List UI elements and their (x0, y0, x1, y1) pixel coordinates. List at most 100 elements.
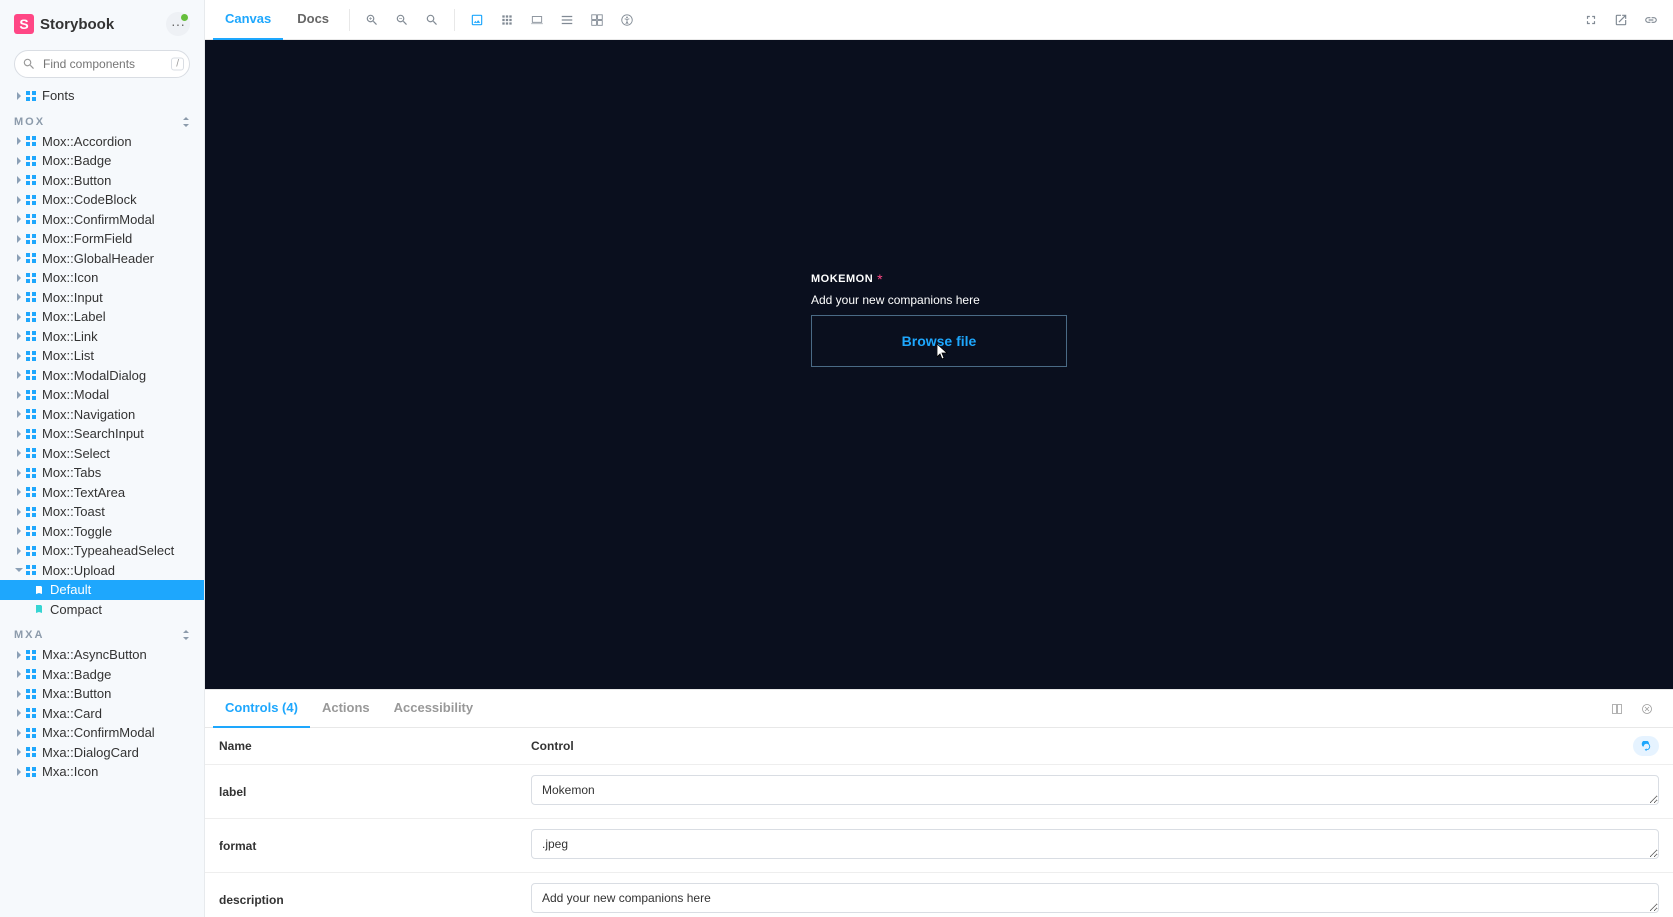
sidebar-item[interactable]: Mox::Navigation (0, 405, 204, 425)
sidebar-item[interactable]: Mxa::AsyncButton (0, 645, 204, 665)
tab-docs[interactable]: Docs (285, 0, 341, 40)
sidebar-item[interactable]: Mox::CodeBlock (0, 190, 204, 210)
sidebar-item-label: Mox::ModalDialog (42, 368, 146, 383)
sidebar-item-label: Mxa::Card (42, 706, 102, 721)
column-name: Name (219, 739, 531, 753)
sidebar-item[interactable]: Mox::Input (0, 288, 204, 308)
control-input[interactable]: Add your new companions here (531, 883, 1659, 913)
sidebar-item[interactable]: Mox::TextArea (0, 483, 204, 503)
shortcuts-menu-button[interactable]: ··· (166, 12, 190, 36)
sidebar-item-label: Mox::List (42, 348, 94, 363)
cursor-icon (937, 344, 949, 360)
toolbar-separator (454, 9, 455, 31)
outline-button[interactable] (583, 6, 611, 34)
accessibility-button[interactable] (613, 6, 641, 34)
panel-tabs: Controls (4) Actions Accessibility (205, 690, 1673, 728)
group-name: MXA (14, 629, 44, 641)
sidebar-item-label: Mox::Navigation (42, 407, 135, 422)
zoom-out-button[interactable] (388, 6, 416, 34)
sidebar-item[interactable]: Mox::SearchInput (0, 424, 204, 444)
toolbar: Canvas Docs (205, 0, 1673, 40)
viewport-button[interactable] (523, 6, 551, 34)
sidebar-item-label: Mxa::Button (42, 686, 111, 701)
fullscreen-button[interactable] (1577, 6, 1605, 34)
sidebar-item[interactable]: Mox::Modal (0, 385, 204, 405)
control-input[interactable]: Mokemon (531, 775, 1659, 805)
sidebar-item-label: Mxa::AsyncButton (42, 647, 147, 662)
open-in-new-tab-button[interactable] (1607, 6, 1635, 34)
control-name: description (219, 893, 531, 907)
sidebar-item-label: Mox::Accordion (42, 134, 132, 149)
addons-panel: Controls (4) Actions Accessibility Name … (205, 689, 1673, 917)
control-input[interactable]: .jpeg (531, 829, 1659, 859)
sidebar-item-label: Mox::FormField (42, 231, 132, 246)
measure-button[interactable] (553, 6, 581, 34)
sidebar-item-label: Mox::Button (42, 173, 111, 188)
sidebar-item[interactable]: Mox::Toggle (0, 522, 204, 542)
sidebar-item[interactable]: Mox::FormField (0, 229, 204, 249)
sidebar-item[interactable]: Mox::Button (0, 171, 204, 191)
panel-close-button[interactable] (1635, 697, 1659, 721)
sidebar-item[interactable]: Mox::ConfirmModal (0, 210, 204, 230)
grid-button[interactable] (493, 6, 521, 34)
storybook-logo-icon: S (14, 14, 34, 34)
sidebar-item-label: Mox::Link (42, 329, 98, 344)
sidebar-search: / (14, 50, 190, 78)
sidebar-item-label: Mox::Upload (42, 563, 115, 578)
sidebar-item-label: Mox::Modal (42, 387, 109, 402)
sidebar-tree: FontsMOXMox::AccordionMox::BadgeMox::But… (0, 86, 204, 917)
sidebar-item[interactable]: Mox::Link (0, 327, 204, 347)
tab-controls[interactable]: Controls (4) (213, 690, 310, 728)
control-row: descriptionAdd your new companions here (205, 873, 1673, 917)
sidebar-item-label: Mox::Label (42, 309, 106, 324)
sidebar-item[interactable]: Mox::Upload (0, 561, 204, 581)
sidebar-item[interactable]: Mox::Toast (0, 502, 204, 522)
column-control: Control (531, 739, 1633, 753)
tab-accessibility[interactable]: Accessibility (382, 690, 486, 728)
control-row: labelMokemon (205, 765, 1673, 819)
sidebar-item[interactable]: Mxa::DialogCard (0, 743, 204, 763)
sidebar-item[interactable]: Mox::TypeaheadSelect (0, 541, 204, 561)
sidebar-item[interactable]: Mox::Icon (0, 268, 204, 288)
sidebar-item-label: Mox::Input (42, 290, 103, 305)
control-name: format (219, 839, 531, 853)
background-toggle-button[interactable] (463, 6, 491, 34)
sidebar-item-label: Mox::Select (42, 446, 110, 461)
sidebar-item[interactable]: Mox::Select (0, 444, 204, 464)
control-row: format.jpeg (205, 819, 1673, 873)
sidebar-item[interactable]: Mxa::Button (0, 684, 204, 704)
panel-orientation-button[interactable] (1605, 697, 1629, 721)
search-input[interactable] (14, 50, 190, 78)
zoom-reset-button[interactable] (418, 6, 446, 34)
story-canvas: MOKEMON* Add your new companions here Br… (205, 40, 1673, 689)
sidebar-item[interactable]: Mox::Accordion (0, 132, 204, 152)
group-header[interactable]: MXA (0, 619, 204, 645)
tab-actions[interactable]: Actions (310, 690, 382, 728)
reset-controls-button[interactable] (1633, 736, 1659, 756)
brand[interactable]: S Storybook (14, 14, 114, 34)
sidebar-item[interactable]: Mox::ModalDialog (0, 366, 204, 386)
sidebar-story-label: Default (50, 582, 91, 597)
sidebar-item[interactable]: Mxa::Card (0, 704, 204, 724)
required-indicator-icon: * (877, 271, 882, 287)
sidebar-item-label: Mxa::DialogCard (42, 745, 139, 760)
group-name: MOX (14, 116, 45, 128)
sidebar-story[interactable]: Default (0, 580, 204, 600)
sidebar-item[interactable]: Mox::List (0, 346, 204, 366)
tab-canvas[interactable]: Canvas (213, 0, 283, 40)
zoom-in-button[interactable] (358, 6, 386, 34)
sidebar-item-label: Mox::Toast (42, 504, 105, 519)
sidebar-item[interactable]: Mox::Tabs (0, 463, 204, 483)
sidebar-item[interactable]: Mox::Badge (0, 151, 204, 171)
sidebar-item-label: Mox::GlobalHeader (42, 251, 154, 266)
copy-link-button[interactable] (1637, 6, 1665, 34)
group-header[interactable]: MOX (0, 106, 204, 132)
sidebar-item[interactable]: Mxa::ConfirmModal (0, 723, 204, 743)
sidebar-item[interactable]: Mox::GlobalHeader (0, 249, 204, 269)
sidebar-item[interactable]: Mxa::Badge (0, 665, 204, 685)
sidebar-story[interactable]: Compact (0, 600, 204, 620)
upload-description: Add your new companions here (811, 293, 1067, 307)
sidebar-item[interactable]: Mox::Label (0, 307, 204, 327)
sidebar-item[interactable]: Fonts (0, 86, 204, 106)
sidebar-item[interactable]: Mxa::Icon (0, 762, 204, 782)
